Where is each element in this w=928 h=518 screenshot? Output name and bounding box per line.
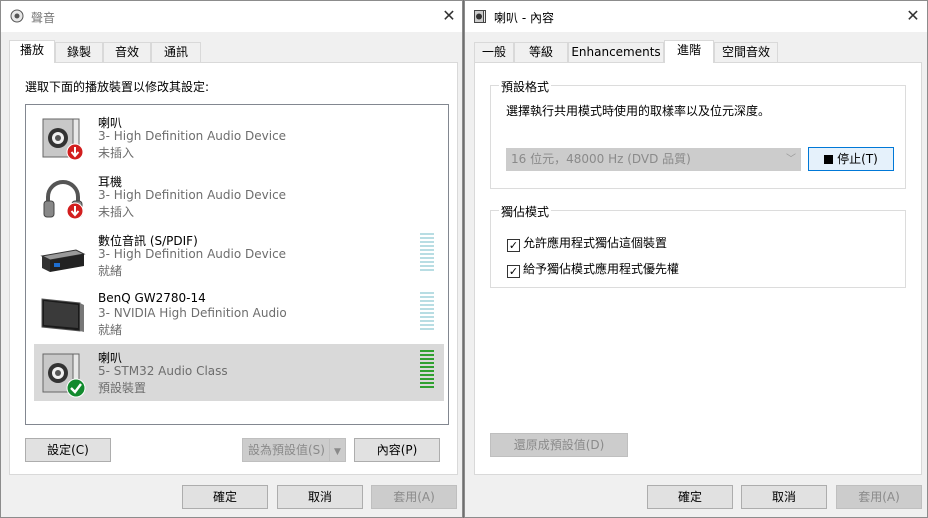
device-description: 3- NVIDIA High Definition Audio (98, 306, 287, 320)
exclusive-mode-group: 獨佔模式 ✓ 允許應用程式獨佔這個裝置 ✓ 給予獨佔模式應用程式優先權 (490, 203, 906, 288)
ok-button[interactable]: 確定 (182, 485, 268, 509)
apply-button: 套用(A) (371, 485, 457, 509)
device-status: 未插入 (98, 146, 135, 160)
default-format-description: 選擇執行共用模式時使用的取樣率以及位元深度。 (506, 104, 771, 118)
stop-button-label: 停止(T) (837, 152, 878, 166)
monitor-icon (40, 293, 86, 339)
stop-icon (824, 155, 834, 164)
tab-advanced[interactable]: 進階 (664, 40, 714, 63)
cancel-button[interactable]: 取消 (277, 485, 363, 509)
default-check-badge (66, 378, 86, 398)
close-icon[interactable]: ✕ (899, 4, 927, 28)
apply-button: 套用(A) (836, 485, 922, 509)
device-description: 3- High Definition Audio Device (98, 247, 287, 261)
unplugged-badge (66, 143, 84, 161)
allow-exclusive-checkbox[interactable]: ✓ 允許應用程式獨佔這個裝置 (507, 234, 667, 252)
device-description: 3- High Definition Audio Device (98, 188, 287, 202)
level-meter (420, 292, 434, 334)
device-item-benq-monitor[interactable]: BenQ GW2780-14 3- NVIDIA High Definition… (34, 286, 444, 343)
advanced-panel: 預設格式 選擇執行共用模式時使用的取樣率以及位元深度。 16 位元，48000 … (474, 62, 922, 475)
headphones-icon (40, 175, 86, 221)
device-status: 預設裝置 (98, 381, 147, 395)
allow-exclusive-label: 允許應用程式獨佔這個裝置 (523, 236, 668, 250)
configure-button[interactable]: 設定(C) (25, 438, 111, 462)
tab-sounds[interactable]: 音效 (103, 42, 151, 62)
sound-window: 聲音 ✕ 播放 錄製 音效 通訊 選取下面的播放裝置以修改其設定: 喇叭 3- … (0, 0, 463, 518)
tab-levels[interactable]: 等級 (514, 42, 568, 62)
digital-audio-icon (40, 234, 86, 280)
default-format-title: 預設格式 (499, 78, 552, 95)
cancel-button[interactable]: 取消 (741, 485, 827, 509)
device-description: 3- High Definition Audio Device (98, 129, 287, 143)
default-format-group: 預設格式 選擇執行共用模式時使用的取樣率以及位元深度。 16 位元，48000 … (490, 78, 906, 189)
tab-general[interactable]: 一般 (474, 42, 514, 62)
sound-app-icon (10, 9, 24, 26)
sound-titlebar[interactable]: 聲音 ✕ (1, 1, 462, 32)
give-priority-label: 給予獨佔模式應用程式優先權 (523, 262, 680, 276)
device-description: 5- STM32 Audio Class (98, 364, 228, 378)
device-item-speakers[interactable]: 喇叭 3- High Definition Audio Device 未插入 (34, 109, 444, 166)
device-item-spdif[interactable]: 數位音訊 (S/PDIF) 3- High Definition Audio D… (34, 227, 444, 284)
tab-recording[interactable]: 錄製 (55, 42, 103, 62)
restore-defaults-button: 還原成預設值(D) (490, 433, 628, 457)
speaker-app-icon (474, 10, 486, 26)
properties-titlebar[interactable]: 喇叭 - 內容 ✕ (465, 1, 927, 32)
playback-panel: 選取下面的播放裝置以修改其設定: 喇叭 3- High Definition A… (9, 62, 458, 475)
unplugged-badge (66, 202, 84, 220)
device-status: 就緒 (98, 323, 123, 337)
tab-communications[interactable]: 通訊 (151, 42, 201, 62)
give-priority-checkbox[interactable]: ✓ 給予獨佔模式應用程式優先權 (507, 260, 679, 278)
properties-button[interactable]: 內容(P) (354, 438, 440, 462)
tab-enhancements[interactable]: Enhancements (568, 42, 664, 62)
device-item-stm32-speakers[interactable]: 喇叭 5- STM32 Audio Class 預設裝置 (34, 344, 444, 401)
speaker-icon (40, 351, 86, 398)
speaker-properties-window: 喇叭 - 內容 ✕ 一般 等級 Enhancements 進階 空間音效 預設格… (464, 0, 928, 518)
chevron-down-icon: ▼ (334, 447, 341, 457)
stop-button[interactable]: 停止(T) (808, 147, 894, 171)
device-status: 未插入 (98, 205, 135, 219)
tab-playback[interactable]: 播放 (9, 40, 55, 63)
format-select: 16 位元，48000 Hz (DVD 品質) ﹀ (506, 148, 801, 171)
ok-button[interactable]: 確定 (647, 485, 733, 509)
window-title: 喇叭 - 內容 (494, 11, 554, 25)
device-status: 就緒 (98, 264, 123, 278)
level-meter (420, 350, 434, 392)
window-title: 聲音 (31, 11, 56, 25)
format-select-value: 16 位元，48000 Hz (DVD 品質) (511, 152, 691, 166)
tab-spatial-sound[interactable]: 空間音效 (714, 42, 778, 62)
set-default-dropdown: ▼ (329, 438, 346, 462)
speaker-icon (40, 116, 86, 162)
device-name: BenQ GW2780-14 (98, 291, 206, 305)
close-icon[interactable]: ✕ (435, 4, 463, 28)
exclusive-mode-title: 獨佔模式 (499, 203, 552, 220)
level-meter (420, 233, 434, 275)
device-item-headphones[interactable]: 耳機 3- High Definition Audio Device 未插入 (34, 168, 444, 225)
checkbox-checked-icon[interactable]: ✓ (507, 239, 520, 252)
set-default-button: 設為預設值(S) (242, 438, 330, 462)
chevron-down-icon: ﹀ (786, 154, 796, 165)
device-list[interactable]: 喇叭 3- High Definition Audio Device 未插入 耳… (25, 104, 449, 425)
checkbox-checked-icon[interactable]: ✓ (507, 265, 520, 278)
instruction-text: 選取下面的播放裝置以修改其設定: (25, 80, 210, 94)
